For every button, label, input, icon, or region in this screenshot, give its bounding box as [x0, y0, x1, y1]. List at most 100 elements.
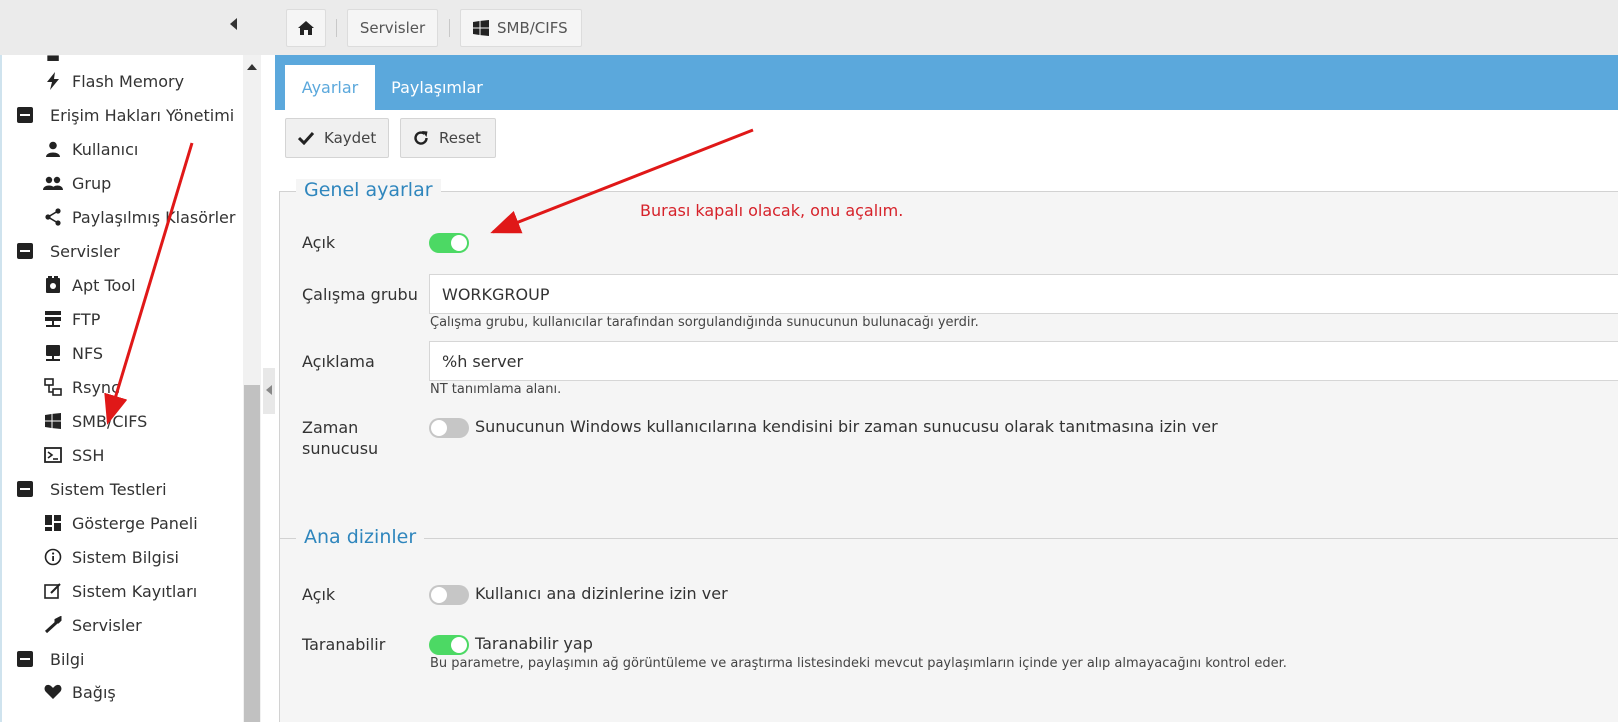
collapse-icon	[14, 649, 36, 669]
group-icon	[42, 173, 64, 193]
sidebar-item-label: Grup	[72, 173, 112, 193]
share-icon	[42, 207, 64, 227]
workgroup-hint: Çalışma grubu, kullanıcılar tarafından s…	[430, 315, 979, 330]
collapse-sidebar-arrow-icon[interactable]	[230, 18, 237, 30]
check-icon	[298, 131, 314, 145]
breadcrumb-smb-label: SMB/CIFS	[497, 19, 568, 37]
workgroup-label: Çalışma grubu	[302, 285, 418, 304]
description-hint: NT tanımlama alanı.	[430, 382, 562, 397]
sidebar-item-gosterge-paneli[interactable]: Gösterge Paneli	[42, 513, 198, 533]
sidebar-item-label: Sistem Kayıtları	[72, 581, 198, 601]
scroll-up-icon[interactable]	[247, 64, 257, 70]
sidebar-item-label: Sistem Bilgisi	[72, 547, 179, 567]
sidebar-toggle-handle[interactable]	[263, 368, 275, 414]
dashboard-icon	[42, 513, 64, 533]
scrollbar-thumb[interactable]	[244, 385, 260, 722]
timeserver-toggle[interactable]	[429, 418, 469, 438]
sidebar-item-sistem-kayitlari[interactable]: Sistem Kayıtları	[42, 581, 197, 601]
section-title: Genel ayarlar	[296, 179, 441, 201]
sidebar-item-partial[interactable]: ▬	[42, 55, 72, 67]
nfs-icon	[42, 343, 64, 363]
collapse-icon	[14, 241, 36, 261]
sidebar-group-label: Bilgi	[50, 649, 85, 669]
breadcrumb-smb-cifs[interactable]: SMB/CIFS	[460, 9, 582, 47]
sidebar-item-label: SSH	[72, 445, 105, 465]
windows-icon	[473, 20, 489, 36]
sidebar-group-servisler[interactable]: Servisler	[14, 241, 120, 261]
sidebar-item-label: Paylaşılmış Klasörler	[72, 207, 236, 227]
reset-button-label: Reset	[439, 129, 481, 147]
top-bar: Servisler SMB/CIFS	[0, 0, 1618, 55]
enabled-label: Açık	[302, 233, 336, 252]
toggle-knob	[451, 235, 467, 251]
windows-icon	[42, 411, 64, 431]
homes-enabled-label: Açık	[302, 585, 336, 604]
browsable-label: Taranabilir	[302, 635, 386, 654]
breadcrumb-servisler[interactable]: Servisler	[347, 9, 438, 47]
apt-icon	[42, 275, 64, 295]
sidebar-item-kullanici[interactable]: Kullanıcı	[42, 139, 138, 159]
sidebar-item-ftp[interactable]: FTP	[42, 309, 100, 329]
timeserver-text: Sunucunun Windows kullanıcılarına kendis…	[475, 417, 1218, 436]
sidebar-item-grup[interactable]: Grup	[42, 173, 111, 193]
browsable-hint: Bu parametre, paylaşımın ağ görüntüleme …	[430, 656, 1287, 671]
tab-ayarlar[interactable]: Ayarlar	[285, 65, 375, 110]
user-icon	[42, 139, 64, 159]
collapse-icon	[14, 105, 36, 125]
reset-button[interactable]: Reset	[400, 118, 496, 158]
sidebar-item-apt-tool[interactable]: Apt Tool	[42, 275, 136, 295]
sidebar-item-label: Kullanıcı	[72, 139, 139, 159]
workgroup-field[interactable]: WORKGROUP	[429, 274, 1618, 314]
sidebar-group-label: Sistem Testleri	[50, 479, 167, 499]
save-button-label: Kaydet	[324, 129, 377, 147]
section-title: Ana dizinler	[296, 526, 425, 548]
timeserver-label: Zaman	[302, 418, 359, 437]
description-label: Açıklama	[302, 352, 375, 371]
description-field[interactable]: %h server	[429, 341, 1618, 381]
sidebar-group-erisim[interactable]: Erişim Hakları Yönetimi	[14, 105, 234, 125]
sidebar-item-flash-memory[interactable]: Flash Memory	[42, 71, 184, 91]
sidebar-group-label: Servisler	[50, 241, 120, 261]
home-directories-section: Ana dizinler Açık Kullanıcı ana dizinler…	[279, 526, 1618, 722]
sidebar-item-label: Bağış	[72, 682, 116, 702]
sidebar-item-sistem-bilgisi[interactable]: Sistem Bilgisi	[42, 547, 179, 567]
ftp-icon	[42, 309, 64, 329]
main-panel: Ayarlar Paylaşımlar Kaydet Reset Genel a…	[275, 55, 1618, 722]
sidebar-item-rsync[interactable]: Rsync	[42, 377, 120, 397]
breadcrumb-home-button[interactable]	[286, 9, 326, 47]
browsable-toggle[interactable]	[429, 635, 469, 655]
tab-paylasimlar[interactable]: Paylaşımlar	[382, 65, 492, 110]
info-icon	[42, 547, 64, 567]
flash-icon	[42, 71, 64, 91]
sidebar-item-label: Gösterge Paneli	[72, 513, 198, 533]
sidebar-item-paylasilmis-klasorler[interactable]: Paylaşılmış Klasörler	[42, 207, 235, 227]
toggle-knob	[431, 587, 447, 603]
sidebar-item-bagis[interactable]: Bağış	[42, 682, 116, 702]
terminal-icon	[42, 445, 64, 465]
rsync-icon	[42, 377, 64, 397]
sidebar-item-label: Servisler	[72, 615, 142, 635]
sidebar-item-ssh[interactable]: SSH	[42, 445, 104, 465]
heart-icon	[42, 682, 64, 702]
annotation-text: Burası kapalı olacak, onu açalım.	[640, 201, 904, 220]
refresh-icon	[414, 131, 428, 145]
sidebar-item-servisler[interactable]: Servisler	[42, 615, 142, 635]
save-button[interactable]: Kaydet	[285, 118, 389, 158]
sidebar-item-label: NFS	[72, 343, 104, 363]
sidebar-item-smb-cifs[interactable]: SMB/CIFS	[42, 411, 147, 431]
homes-enabled-toggle[interactable]	[429, 585, 469, 605]
sidebar-item-label: Rsync	[72, 377, 120, 397]
browsable-text: Taranabilir yap	[475, 634, 593, 653]
sidebar-group-bilgi[interactable]: Bilgi	[14, 649, 84, 669]
sidebar-group-label: Erişim Hakları Yönetimi	[50, 105, 235, 125]
toggle-knob	[431, 420, 447, 436]
enabled-toggle[interactable]	[429, 233, 469, 253]
collapse-icon	[14, 479, 36, 499]
log-icon	[42, 581, 64, 601]
sidebar-item-nfs[interactable]: NFS	[42, 343, 103, 363]
sidebar-item-label: SMB/CIFS	[72, 411, 148, 431]
sidebar-scrollbar[interactable]	[243, 55, 261, 722]
sidebar-group-sistem-testleri[interactable]: Sistem Testleri	[14, 479, 167, 499]
sidebar: ▬ Flash Memory Erişim Hakları Yönetimi K…	[0, 55, 262, 722]
sidebar-item-label: FTP	[72, 309, 101, 329]
